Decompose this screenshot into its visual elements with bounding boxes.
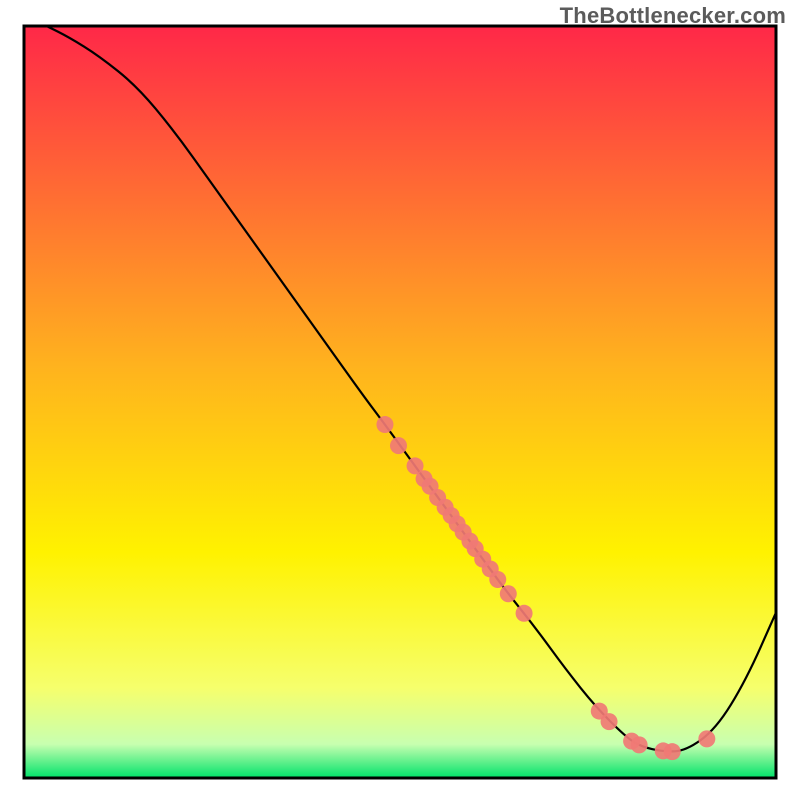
watermark-text: TheBottlenecker.com xyxy=(560,3,786,29)
chart-container: TheBottlenecker.com xyxy=(0,0,800,800)
data-point xyxy=(631,736,648,753)
bottleneck-chart xyxy=(0,0,800,800)
data-point xyxy=(500,585,517,602)
data-point xyxy=(376,416,393,433)
plot-background xyxy=(24,26,776,778)
data-point xyxy=(698,730,715,747)
data-point xyxy=(390,437,407,454)
data-point xyxy=(489,571,506,588)
data-point xyxy=(516,605,533,622)
data-point xyxy=(664,743,681,760)
data-point xyxy=(601,713,618,730)
